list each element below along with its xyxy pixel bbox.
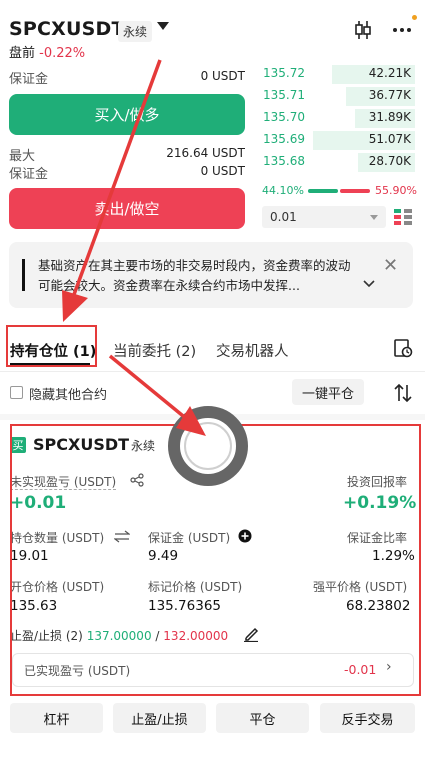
leverage-button[interactable]: 杠杆	[10, 703, 103, 733]
orderbook-bid-price[interactable]: 135.68	[263, 154, 305, 168]
hide-others-checkbox[interactable]	[10, 386, 23, 399]
orderbook-bid-price[interactable]: 135.70	[263, 110, 305, 124]
orderbook-bid-size: 31.89K	[368, 110, 411, 124]
margin-value: 0 USDT	[200, 69, 245, 83]
premarket-change: -0.22%	[39, 46, 86, 61]
hide-others-label: 隐藏其他合约	[29, 388, 108, 403]
notice-accent-bar	[22, 259, 25, 291]
sell-ratio-bar	[340, 189, 370, 193]
reverse-trade-button[interactable]: 反手交易	[320, 703, 415, 733]
orderbook-bid-size: 51.07K	[368, 132, 411, 146]
notice-text: 基础资产在其主要市场的非交易时段内，资金费率的波动可能会较大。资金费率在永续合约…	[38, 258, 351, 293]
orderbook-bid-price[interactable]: 135.72	[263, 66, 305, 80]
precision-select[interactable]: 0.01	[262, 206, 386, 228]
sort-icon[interactable]	[393, 383, 413, 403]
buy-long-button[interactable]: 买入/做多	[9, 94, 245, 135]
symbol-title[interactable]: SPCXUSDT	[9, 18, 125, 40]
symbol-dropdown-caret-icon[interactable]	[157, 22, 169, 30]
max-label: 最大	[9, 149, 36, 164]
chevron-down-icon[interactable]	[370, 215, 378, 220]
close-icon[interactable]: ✕	[383, 255, 398, 276]
orderbook-bid-size: 42.21K	[368, 66, 411, 80]
tap-indicator-inner	[184, 422, 232, 470]
buy-ratio-bar	[308, 189, 338, 193]
orderbook-bid-price[interactable]: 135.69	[263, 132, 305, 146]
close-all-button[interactable]: 一键平仓	[292, 379, 364, 405]
candlestick-chart-icon[interactable]	[354, 20, 372, 40]
tpsl-button[interactable]: 止盈/止损	[113, 703, 206, 733]
orderbook-bid-size: 36.77K	[368, 88, 411, 102]
max-value: 216.64 USDT	[166, 146, 245, 160]
tab-trading-bots[interactable]: 交易机器人	[216, 340, 289, 361]
margin2-value: 0 USDT	[200, 164, 245, 178]
margin2-label: 保证金	[9, 167, 49, 182]
perpetual-tag: 永续	[118, 21, 153, 42]
premarket-status: 盘前 -0.22%	[9, 42, 85, 61]
expand-chevron-icon[interactable]	[363, 280, 375, 288]
tab-divider	[0, 371, 425, 372]
margin-label: 保证金	[9, 72, 49, 87]
close-position-button[interactable]: 平仓	[216, 703, 309, 733]
more-icon[interactable]	[392, 20, 412, 40]
sell-ratio: 55.90%	[375, 184, 417, 197]
notification-dot	[412, 15, 417, 20]
history-icon[interactable]	[393, 338, 413, 358]
annotation-box-tab	[6, 325, 97, 367]
buy-ratio: 44.10%	[262, 184, 304, 197]
orderbook-bid-size: 28.70K	[368, 154, 411, 168]
sell-short-button[interactable]: 卖出/做空	[9, 188, 245, 229]
orderbook-layout-icon[interactable]	[394, 209, 412, 225]
orderbook-bid-price[interactable]: 135.71	[263, 88, 305, 102]
premarket-label: 盘前	[9, 46, 36, 61]
tab-open-orders[interactable]: 当前委托 (2)	[113, 340, 196, 361]
